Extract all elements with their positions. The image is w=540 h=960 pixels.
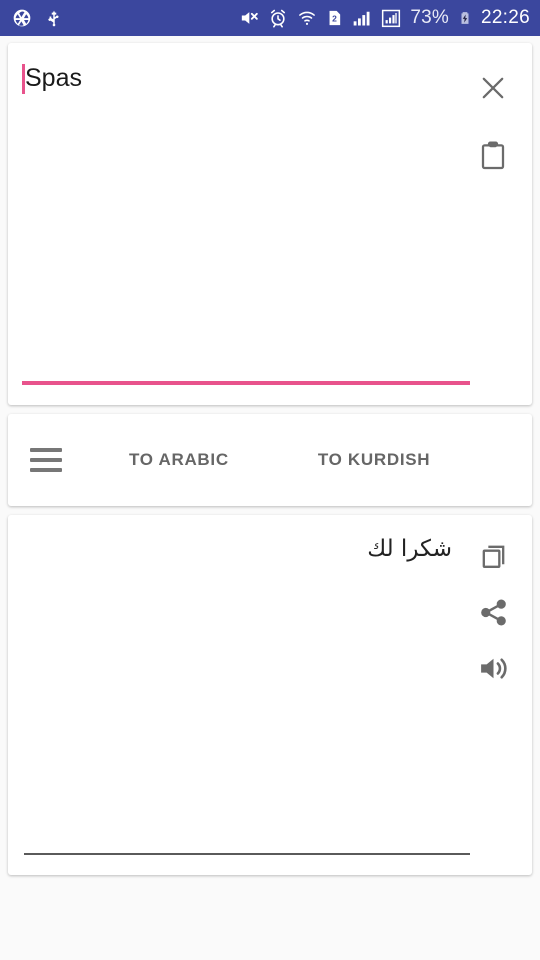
translation-result-value: شكرا لك: [367, 536, 452, 562]
camera-aperture-icon: [12, 8, 32, 28]
usb-icon: [45, 8, 63, 28]
source-card-actions: [472, 67, 514, 177]
battery-charging-icon: [458, 8, 472, 28]
close-icon[interactable]: [472, 67, 514, 109]
hamburger-menu-icon[interactable]: [20, 434, 72, 486]
source-text-card[interactable]: Spas: [8, 43, 532, 405]
app-root: 2 73% 22:26 Spas TO ARABIC TO KURDISH شك…: [0, 0, 540, 960]
source-underline: [22, 381, 470, 385]
status-bar-left-icons: [12, 8, 63, 28]
svg-text:2: 2: [332, 14, 337, 24]
battery-percent-label: 73%: [410, 7, 449, 28]
sim-2-icon: 2: [326, 8, 343, 28]
translate-toolbar: TO ARABIC TO KURDISH: [8, 414, 532, 506]
status-bar-right-icons: 2 73% 22:26: [238, 7, 530, 29]
translation-result-card[interactable]: شكرا لك: [8, 515, 532, 875]
volume-speaker-icon[interactable]: [472, 647, 514, 689]
clock-label: 22:26: [480, 7, 530, 28]
wifi-icon: [297, 8, 317, 28]
source-text-value: Spas: [25, 64, 82, 92]
signal-bars-icon: [352, 8, 372, 28]
translation-result-text: شكرا لك: [24, 533, 452, 565]
status-bar: 2 73% 22:26: [0, 0, 540, 36]
signal-boxed-icon: [381, 8, 401, 28]
copy-icon[interactable]: [472, 535, 514, 577]
share-icon[interactable]: [472, 591, 514, 633]
source-text-input[interactable]: Spas: [22, 63, 452, 94]
to-kurdish-button[interactable]: TO KURDISH: [312, 440, 436, 480]
result-underline: [24, 853, 470, 855]
clipboard-icon[interactable]: [472, 135, 514, 177]
hamburger-bar: [30, 468, 62, 472]
alarm-icon: [268, 8, 288, 28]
hamburger-bar: [30, 448, 62, 452]
mute-icon: [238, 8, 259, 28]
result-card-actions: [472, 535, 514, 689]
to-arabic-button[interactable]: TO ARABIC: [123, 440, 235, 480]
hamburger-bar: [30, 458, 62, 462]
